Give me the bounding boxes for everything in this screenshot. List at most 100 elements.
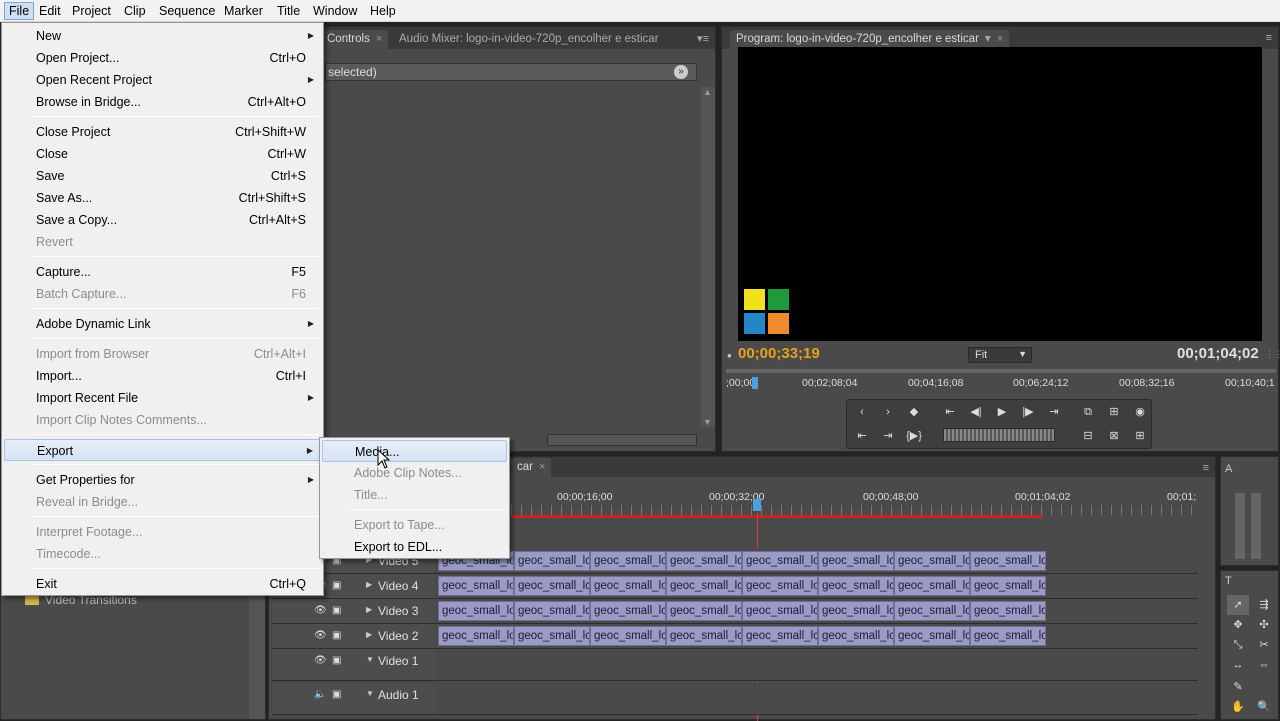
program-ruler[interactable]: ;00;00 00;02;08;04 00;04;16;08 00;06;24;… <box>726 367 1276 395</box>
submenu-item-export-to-edl[interactable]: Export to EDL... <box>322 536 507 558</box>
timeline-clip[interactable]: geoc_small_lc <box>818 551 894 571</box>
marker-icon[interactable]: ◆ <box>903 402 925 422</box>
timeline-clip[interactable]: geoc_small_lc <box>894 551 970 571</box>
step-forward-icon[interactable]: › <box>877 402 899 422</box>
play-in-out-icon[interactable]: {▶} <box>903 426 925 446</box>
menu-item-get-properties-for[interactable]: Get Properties for ▶ <box>4 469 322 491</box>
menu-item-browse-in-bridge[interactable]: Browse in Bridge... Ctrl+Alt+O <box>4 91 322 113</box>
eye-icon[interactable]: 👁 <box>314 605 327 616</box>
tools-tab[interactable]: T <box>1225 575 1232 587</box>
rate-stretch-icon[interactable]: ⤡ <box>1227 635 1249 655</box>
menu-item-open-recent-project[interactable]: Open Recent Project ▶ <box>4 69 322 91</box>
panel-menu-icon[interactable]: ▾≡ <box>697 32 709 45</box>
timeline-clip[interactable]: geoc_small_lc <box>894 626 970 646</box>
timeline-clip[interactable]: geoc_small_lc <box>590 626 666 646</box>
timeline-clip[interactable]: geoc_small_lc <box>742 551 818 571</box>
timeline-track[interactable]: 👁 ▣ ▶ Video 2 geoc_small_lo geoc_small_lc geoc… <box>272 624 1198 649</box>
timeline-ruler[interactable]: 00;00;16;00 00;00;32;00 00;00;48;00 00;0… <box>511 485 1201 523</box>
ripple-edit-icon[interactable]: ✥ <box>1227 615 1249 635</box>
close-icon[interactable]: × <box>376 33 382 45</box>
playhead-marker[interactable] <box>752 377 758 389</box>
menu-item-import-recent-file[interactable]: Import Recent File ▶ <box>4 387 322 409</box>
track-select-icon[interactable]: ⇶ <box>1253 595 1275 615</box>
track-expand-icon[interactable]: ▶ <box>366 630 372 639</box>
eye-icon[interactable]: 👁 <box>314 630 327 641</box>
go-prev-edit-icon[interactable]: ⇤ <box>851 426 873 446</box>
timeline-clip[interactable]: geoc_small_lc <box>514 626 590 646</box>
tab-audio-mixer[interactable]: Audio Mixer: logo-in-video-720p_encolher… <box>393 30 665 49</box>
menu-item-save-as[interactable]: Save As... Ctrl+Shift+S <box>4 187 322 209</box>
menu-help[interactable]: Help <box>366 2 400 20</box>
timeline-clip[interactable]: geoc_small_lc <box>514 576 590 596</box>
step-forward-frame-icon[interactable]: |▶ <box>1017 402 1039 422</box>
menu-item-import[interactable]: Import... Ctrl+I <box>4 365 322 387</box>
timeline-clip[interactable]: geoc_small_lc <box>590 601 666 621</box>
go-to-out-icon[interactable]: ⇥ <box>1043 402 1065 422</box>
menu-item-save-a-copy[interactable]: Save a Copy... Ctrl+Alt+S <box>4 209 322 231</box>
slide-icon[interactable]: ⇔ <box>1253 655 1275 675</box>
horizontal-scrollbar[interactable] <box>547 434 697 446</box>
menu-edit[interactable]: Edit <box>35 2 65 20</box>
sync-lock-icon[interactable]: ▣ <box>332 580 341 591</box>
menu-clip[interactable]: Clip <box>120 2 150 20</box>
current-timecode[interactable]: 00;00;33;19 <box>738 345 820 362</box>
expand-icon[interactable]: » <box>674 65 688 79</box>
jog-shuttle[interactable] <box>943 428 1055 442</box>
menu-item-open-project[interactable]: Open Project... Ctrl+O <box>4 47 322 69</box>
timeline-clip[interactable]: geoc_small_lo <box>438 576 514 596</box>
submenu-item-media[interactable]: Media... <box>322 440 507 462</box>
timeline-clip[interactable]: geoc_small_lc <box>514 601 590 621</box>
timeline-clip[interactable]: geoc_small_lc <box>970 551 1046 571</box>
dropdown-icon[interactable]: ▾ <box>985 33 991 45</box>
sync-lock-icon[interactable]: ▣ <box>332 655 341 666</box>
timeline-clip[interactable]: geoc_small_lc <box>666 626 742 646</box>
sync-lock-icon[interactable]: ▣ <box>332 630 341 641</box>
timeline-clip[interactable]: geoc_small_lc <box>894 601 970 621</box>
go-next-edit-icon[interactable]: ⇥ <box>877 426 899 446</box>
timeline-track[interactable]: 👁 ▣ ▶ Video 3 geoc_small_lo geoc_small_lc geoc… <box>272 599 1198 624</box>
menu-item-exit[interactable]: Exit Ctrl+Q <box>4 573 322 595</box>
menu-item-new[interactable]: New ▶ <box>4 25 322 47</box>
timeline-clip[interactable]: geoc_small_lc <box>742 601 818 621</box>
close-icon[interactable]: × <box>539 461 545 473</box>
lift-icon[interactable]: ⧉ <box>1077 402 1099 422</box>
timeline-clip[interactable]: geoc_small_lc <box>590 551 666 571</box>
step-back-icon[interactable]: ‹ <box>851 402 873 422</box>
sync-lock-icon[interactable]: ▣ <box>332 689 341 700</box>
panel-menu-icon[interactable]: ≡ <box>1266 32 1272 44</box>
zoom-icon[interactable]: 🔍 <box>1253 697 1275 717</box>
menu-item-adobe-dynamic-link[interactable]: Adobe Dynamic Link ▶ <box>4 313 322 335</box>
menu-title[interactable]: Title <box>273 2 304 20</box>
rolling-edit-icon[interactable]: ✣ <box>1253 615 1275 635</box>
scroll-down-icon[interactable]: ▼ <box>703 417 712 427</box>
timeline-clip[interactable]: geoc_small_lc <box>742 626 818 646</box>
playhead-marker[interactable] <box>753 499 761 511</box>
menu-marker[interactable]: Marker <box>220 2 267 20</box>
timeline-clip[interactable]: geoc_small_lc <box>818 626 894 646</box>
razor-icon[interactable]: ✂ <box>1253 635 1275 655</box>
timeline-clip[interactable]: geoc_small_lc <box>666 551 742 571</box>
slip-icon[interactable]: ↔ <box>1227 655 1249 675</box>
tab-timeline[interactable]: car × <box>511 458 552 477</box>
timeline-clip[interactable]: geoc_small_lc <box>818 576 894 596</box>
timeline-track[interactable]: 👁▣▶Video 4geoc_small_logeoc_small_lcgeoc… <box>272 574 1198 599</box>
panel-menu-icon[interactable]: ≡ <box>1203 462 1209 474</box>
timeline-clip[interactable]: geoc_small_lo <box>438 626 514 646</box>
pen-icon[interactable]: ✎ <box>1227 677 1249 697</box>
timeline-clip[interactable]: geoc_small_lc <box>970 576 1046 596</box>
timeline-track[interactable]: 🔈 ▣ ▼ Audio 1 <box>272 683 1198 715</box>
tab-effect-controls[interactable]: Controls × <box>321 30 389 49</box>
timeline-clip[interactable]: geoc_small_lc <box>894 576 970 596</box>
menu-project[interactable]: Project <box>68 2 115 20</box>
speaker-icon[interactable]: 🔈 <box>314 689 326 700</box>
timeline-clip[interactable]: geoc_small_lc <box>818 601 894 621</box>
close-icon[interactable]: × <box>997 33 1003 45</box>
eye-icon[interactable]: 👁 <box>314 655 327 666</box>
step-back-frame-icon[interactable]: ◀| <box>965 402 987 422</box>
timeline-clip[interactable]: geoc_small_lc <box>970 601 1046 621</box>
play-icon[interactable]: ▶ <box>991 402 1013 422</box>
timeline-clip[interactable]: geoc_small_lc <box>590 576 666 596</box>
audio-meter-tab[interactable]: A <box>1225 463 1232 475</box>
track-expand-icon[interactable]: ▼ <box>366 689 374 698</box>
track-expand-icon[interactable]: ▶ <box>366 580 372 589</box>
